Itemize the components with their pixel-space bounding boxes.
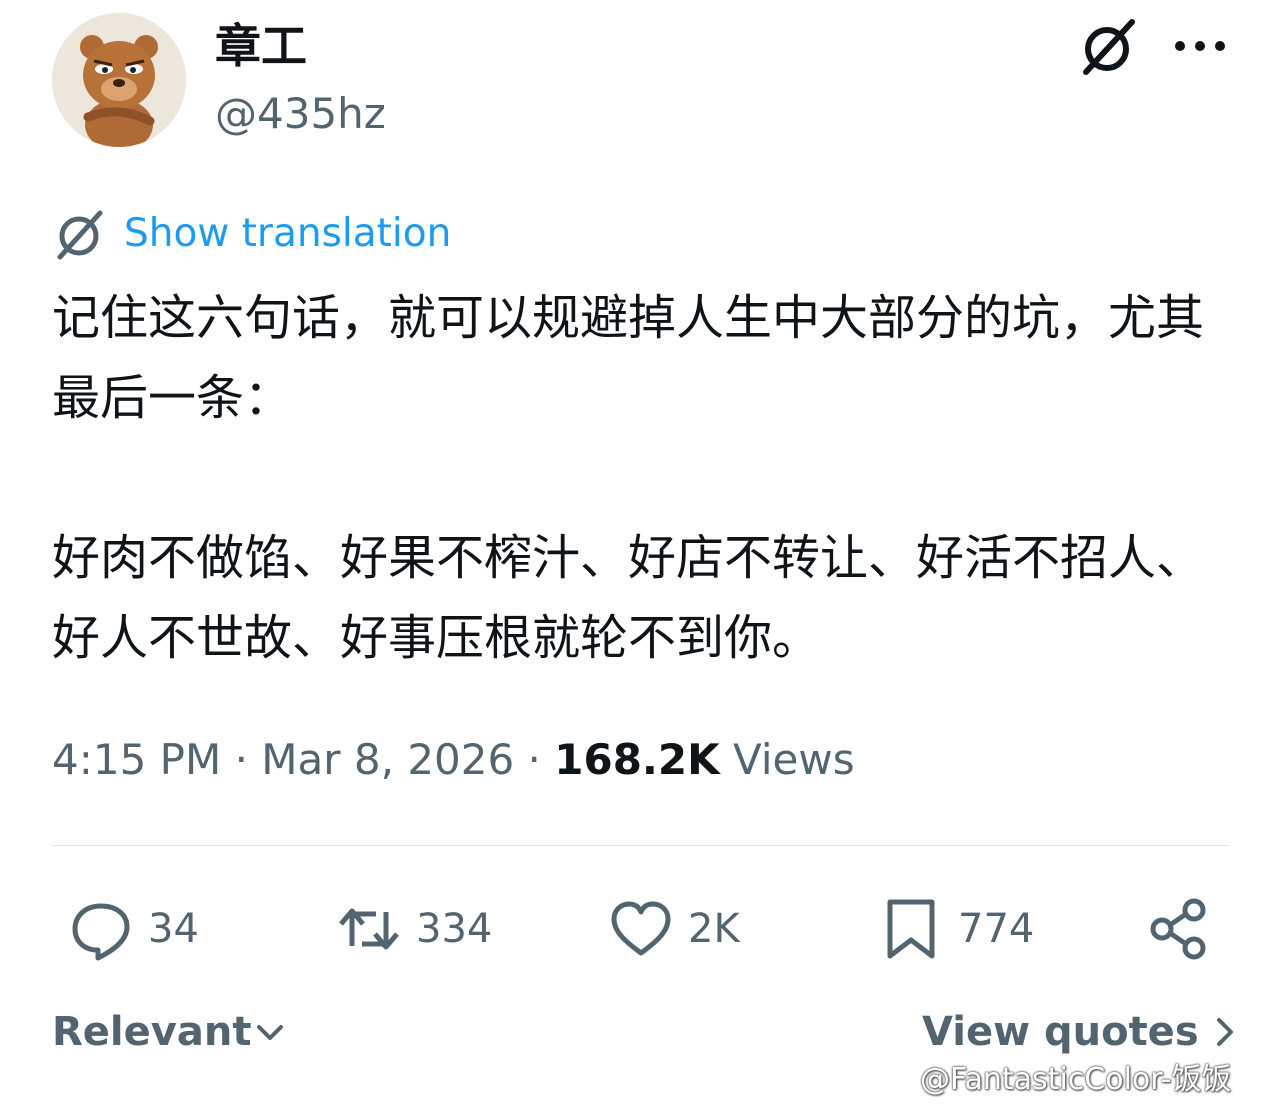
meta-separator: ·: [514, 735, 555, 784]
author-handle[interactable]: @435hz: [215, 86, 386, 142]
meta-separator: ·: [221, 735, 262, 784]
tweet-time[interactable]: 4:15 PM: [52, 735, 221, 784]
view-quotes-link[interactable]: View quotes: [922, 1004, 1241, 1060]
sort-label: Relevant: [52, 1009, 252, 1055]
tweet-text: 记住这六句话，就可以规避掉人生中大部分的坑，尤其最后一条： 好肉不做馅、好果不榨…: [52, 290, 1205, 666]
view-quotes-label: View quotes: [922, 1009, 1199, 1055]
tweet-meta: 4:15 PM · Mar 8, 2026 · 168.2K Views: [52, 730, 855, 790]
repost-button[interactable]: 334: [336, 893, 492, 965]
divider: [52, 845, 1230, 846]
views-count: 168.2K: [554, 735, 720, 784]
repost-icon: [339, 908, 399, 950]
share-button[interactable]: [1146, 893, 1212, 965]
author-display-name[interactable]: 章工: [215, 16, 307, 76]
grok-translate-icon: [57, 210, 103, 260]
sort-dropdown[interactable]: Relevant: [52, 1004, 287, 1060]
repost-count: 334: [416, 906, 493, 952]
bookmark-button[interactable]: 774: [878, 893, 1034, 965]
bookmark-count: 774: [958, 906, 1035, 952]
bookmark-icon: [887, 899, 935, 959]
reply-count: 34: [148, 906, 199, 952]
weibo-icon: [871, 1066, 912, 1097]
cartoon-bear-avatar-icon: [52, 13, 186, 147]
avatar[interactable]: [52, 13, 186, 147]
share-icon: [1150, 898, 1206, 960]
like-button[interactable]: 2K: [608, 893, 740, 965]
views-label: Views: [733, 735, 855, 784]
grok-icon[interactable]: [1078, 16, 1140, 78]
chevron-down-icon: [257, 1025, 284, 1040]
reply-button[interactable]: 34: [68, 893, 199, 965]
show-translation-row[interactable]: Show translation: [52, 206, 451, 262]
watermark: @FantasticColor-饭饭: [870, 1058, 1232, 1102]
chevron-right-icon: [1216, 1018, 1233, 1046]
tweet-date[interactable]: Mar 8, 2026: [261, 735, 514, 784]
heart-icon: [611, 901, 671, 956]
more-icon[interactable]: [1174, 36, 1226, 56]
watermark-text: @FantasticColor-饭饭: [920, 1062, 1232, 1097]
show-translation-link[interactable]: Show translation: [124, 206, 451, 262]
reply-icon: [72, 903, 130, 961]
like-count: 2K: [688, 906, 740, 952]
